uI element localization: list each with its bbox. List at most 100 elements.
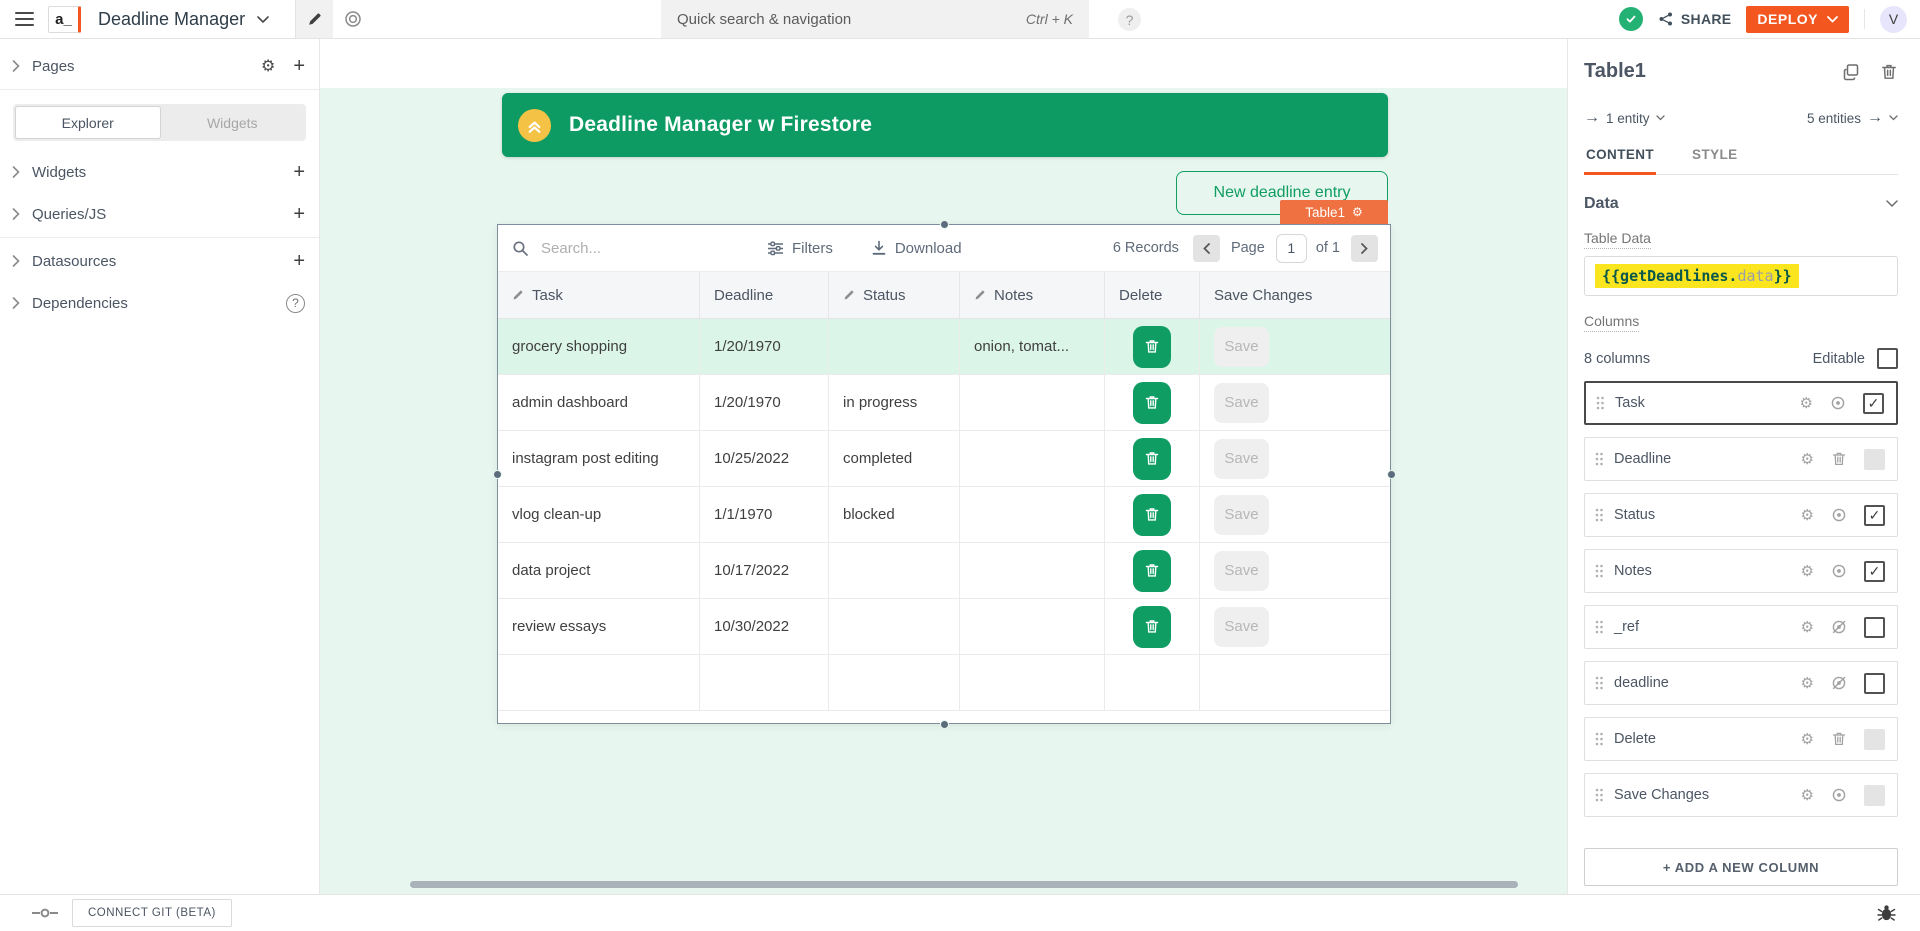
cell-task[interactable]: data project xyxy=(498,543,700,598)
cell-notes[interactable] xyxy=(960,375,1105,430)
delete-row-button[interactable] xyxy=(1133,438,1171,480)
drag-handle[interactable] xyxy=(1594,787,1604,803)
column-settings-gear-icon[interactable]: ⚙ xyxy=(1800,396,1813,411)
view-mode-button[interactable] xyxy=(333,0,373,38)
column-item-status[interactable]: Status⚙✓ xyxy=(1584,493,1898,537)
column-visibility-checkbox[interactable] xyxy=(1864,729,1885,750)
tab-widgets[interactable]: Widgets xyxy=(161,106,305,139)
table-row[interactable]: admin dashboard1/20/1970in progressSave xyxy=(498,375,1390,431)
help-button[interactable]: ? xyxy=(1118,8,1141,31)
cell-status[interactable] xyxy=(829,319,960,374)
drag-handle[interactable] xyxy=(1594,451,1604,467)
delete-row-button[interactable] xyxy=(1133,606,1171,648)
cell-task[interactable]: instagram post editing xyxy=(498,431,700,486)
add-button[interactable]: + xyxy=(293,251,305,271)
column-visibility-checkbox[interactable]: ✓ xyxy=(1864,561,1885,582)
resize-handle-bottom[interactable] xyxy=(940,720,949,729)
drag-handle[interactable] xyxy=(1594,507,1604,523)
sidebar-item-datasources[interactable]: Datasources+ xyxy=(0,240,319,282)
canvas-horizontal-scrollbar[interactable] xyxy=(410,881,1518,888)
save-row-button[interactable]: Save xyxy=(1214,495,1269,535)
column-action[interactable] xyxy=(1831,507,1847,523)
cell-deadline[interactable]: 1/20/1970 xyxy=(700,375,829,430)
editor-canvas[interactable]: Deadline Manager w Firestore New deadlin… xyxy=(320,39,1567,894)
column-action[interactable] xyxy=(1831,451,1847,467)
cell-deadline[interactable]: 1/20/1970 xyxy=(700,319,829,374)
column-action[interactable] xyxy=(1831,675,1847,691)
delete-row-button[interactable] xyxy=(1133,326,1171,368)
edit-mode-button[interactable] xyxy=(295,0,333,38)
column-header-status[interactable]: Status xyxy=(829,272,960,318)
column-action[interactable] xyxy=(1831,731,1847,747)
add-page-button[interactable]: + xyxy=(293,56,305,76)
widget-settings-gear-icon[interactable]: ⚙ xyxy=(1352,206,1363,218)
sidebar-item-pages[interactable]: Pages ⚙ + xyxy=(0,45,319,87)
column-settings-gear-icon[interactable]: ⚙ xyxy=(1801,788,1814,803)
column-visibility-checkbox[interactable]: ✓ xyxy=(1864,505,1885,526)
drag-handle[interactable] xyxy=(1595,395,1605,411)
delete-row-button[interactable] xyxy=(1133,382,1171,424)
cell-task[interactable]: review essays xyxy=(498,599,700,654)
column-visibility-checkbox[interactable] xyxy=(1864,617,1885,638)
tab-content[interactable]: CONTENT xyxy=(1584,147,1656,175)
resize-handle-right[interactable] xyxy=(1387,470,1396,479)
column-item--ref[interactable]: _ref⚙ xyxy=(1584,605,1898,649)
column-settings-gear-icon[interactable]: ⚙ xyxy=(1801,564,1814,579)
column-item-deadline[interactable]: deadline⚙ xyxy=(1584,661,1898,705)
cell-notes[interactable] xyxy=(960,543,1105,598)
cell-notes[interactable]: onion, tomat... xyxy=(960,319,1105,374)
column-settings-gear-icon[interactable]: ⚙ xyxy=(1801,732,1814,747)
table-row[interactable]: grocery shopping1/20/1970 onion, tomat...… xyxy=(498,319,1390,375)
pages-settings-gear-icon[interactable]: ⚙ xyxy=(261,58,275,74)
cell-deadline[interactable]: 10/30/2022 xyxy=(700,599,829,654)
filters-button[interactable]: Filters xyxy=(767,240,833,257)
page-number-input[interactable] xyxy=(1276,234,1307,263)
drag-handle[interactable] xyxy=(1594,619,1604,635)
save-row-button[interactable]: Save xyxy=(1214,551,1269,591)
tab-explorer[interactable]: Explorer xyxy=(15,106,161,139)
table-row[interactable]: instagram post editing10/25/2022complete… xyxy=(498,431,1390,487)
column-visibility-checkbox[interactable] xyxy=(1864,449,1885,470)
debug-bug-icon[interactable] xyxy=(1877,904,1896,922)
cell-notes[interactable] xyxy=(960,487,1105,542)
column-action[interactable] xyxy=(1831,563,1847,579)
delete-row-button[interactable] xyxy=(1133,550,1171,592)
column-item-notes[interactable]: Notes⚙✓ xyxy=(1584,549,1898,593)
table-row[interactable]: review essays10/30/2022Save xyxy=(498,599,1390,655)
add-button[interactable]: + xyxy=(293,162,305,182)
column-settings-gear-icon[interactable]: ⚙ xyxy=(1801,676,1814,691)
app-title-dropdown[interactable]: Deadline Manager xyxy=(98,9,269,30)
drag-handle[interactable] xyxy=(1594,731,1604,747)
prev-page-button[interactable] xyxy=(1193,235,1220,262)
delete-row-button[interactable] xyxy=(1133,494,1171,536)
add-new-column-button[interactable]: + ADD A NEW COLUMN xyxy=(1584,848,1898,886)
sidebar-item-queries-js[interactable]: Queries/JS+ xyxy=(0,193,319,235)
cell-deadline[interactable]: 1/1/1970 xyxy=(700,487,829,542)
sidebar-item-widgets[interactable]: Widgets+ xyxy=(0,151,319,193)
column-visibility-checkbox[interactable]: ✓ xyxy=(1863,393,1884,414)
save-row-button[interactable]: Save xyxy=(1214,439,1269,479)
cell-task[interactable]: vlog clean-up xyxy=(498,487,700,542)
cell-task[interactable]: grocery shopping xyxy=(498,319,700,374)
outgoing-entities-dropdown[interactable]: 5 entities → xyxy=(1807,109,1898,127)
column-settings-gear-icon[interactable]: ⚙ xyxy=(1801,620,1814,635)
column-item-task[interactable]: Task⚙✓ xyxy=(1584,381,1898,425)
banner-widget[interactable]: Deadline Manager w Firestore xyxy=(502,93,1388,157)
column-settings-gear-icon[interactable]: ⚙ xyxy=(1801,452,1814,467)
resize-handle-left[interactable] xyxy=(493,470,502,479)
download-button[interactable]: Download xyxy=(871,240,962,257)
cell-status[interactable]: blocked xyxy=(829,487,960,542)
save-row-button[interactable]: Save xyxy=(1214,383,1269,423)
column-action[interactable] xyxy=(1831,619,1847,635)
column-header-task[interactable]: Task xyxy=(498,272,700,318)
column-settings-gear-icon[interactable]: ⚙ xyxy=(1801,508,1814,523)
share-button[interactable]: SHARE xyxy=(1658,11,1732,27)
column-item-delete[interactable]: Delete⚙ xyxy=(1584,717,1898,761)
deploy-button[interactable]: DEPLOY xyxy=(1746,6,1849,33)
connect-git-button[interactable]: CONNECT GIT (BETA) xyxy=(72,899,232,927)
column-action[interactable] xyxy=(1830,395,1846,411)
cell-notes[interactable] xyxy=(960,599,1105,654)
table-data-binding-input[interactable]: {{getDeadlines.data}} xyxy=(1584,256,1898,296)
cell-status[interactable] xyxy=(829,543,960,598)
cell-task[interactable]: admin dashboard xyxy=(498,375,700,430)
